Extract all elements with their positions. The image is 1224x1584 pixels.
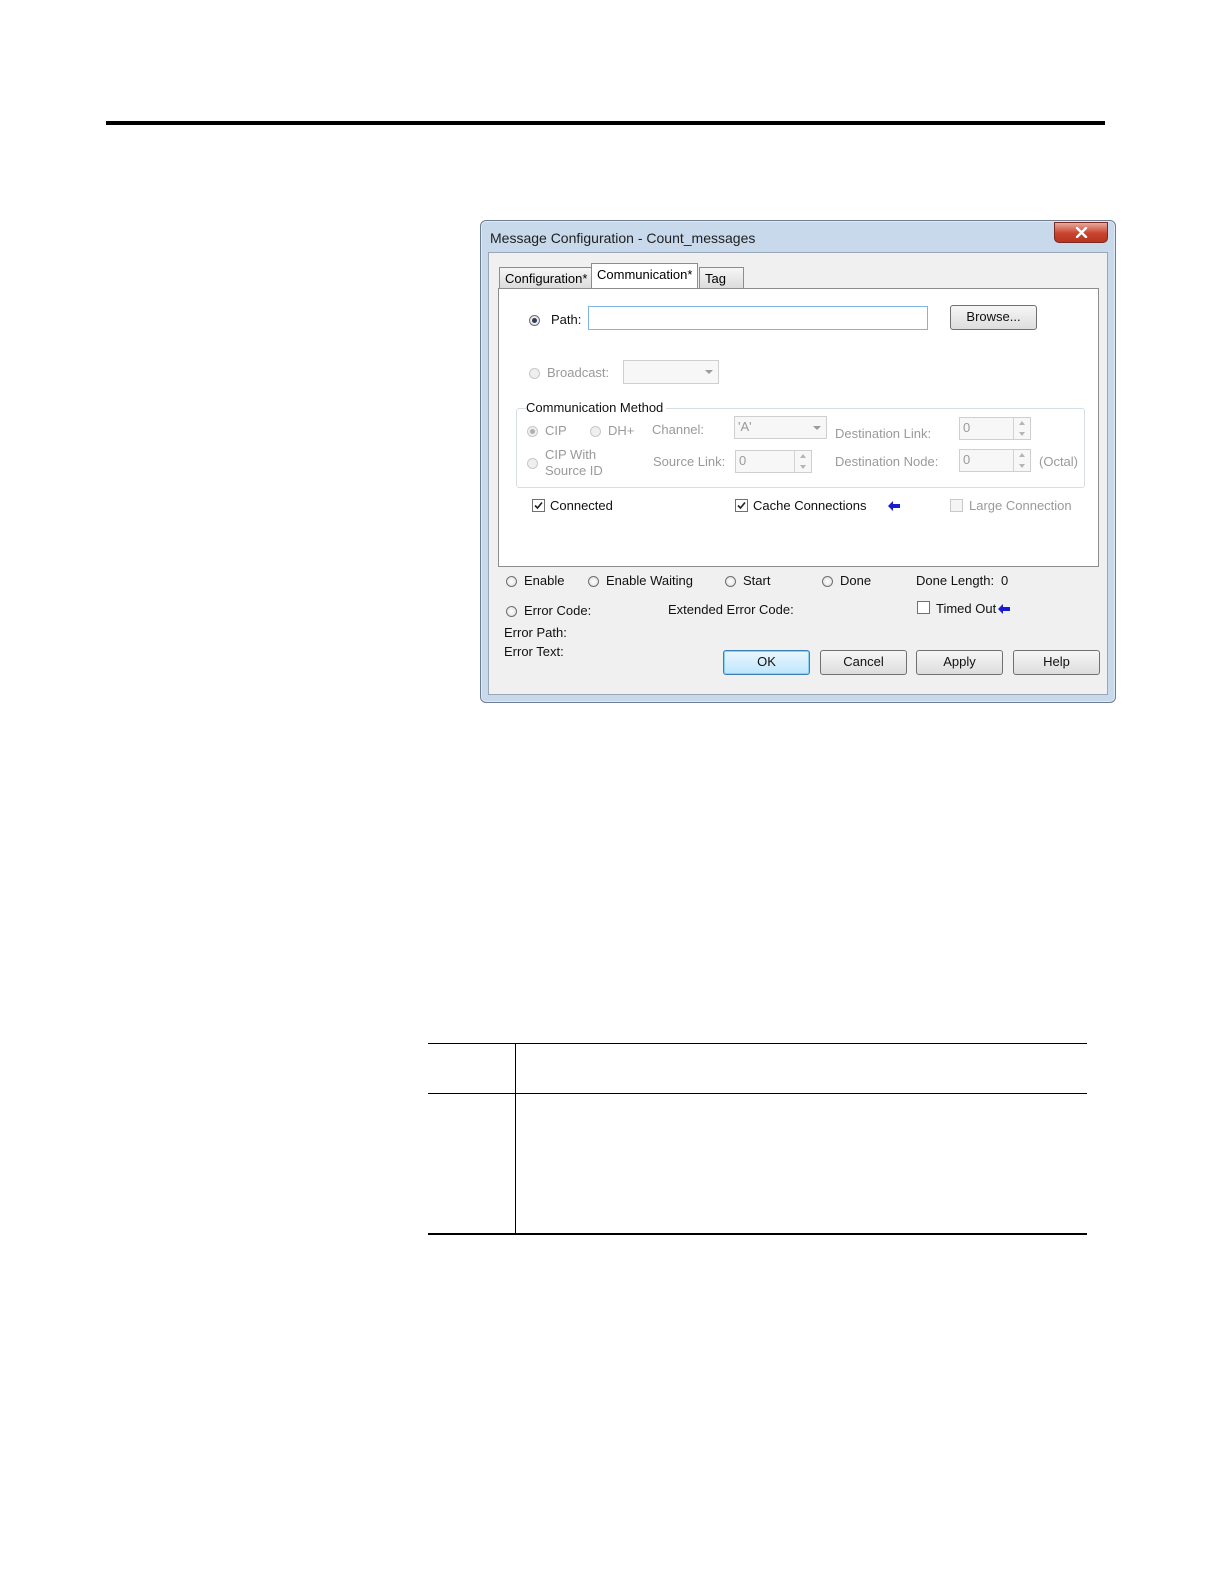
destination-link-stepper[interactable]: 0 xyxy=(959,417,1031,440)
cache-connections-checkbox[interactable] xyxy=(735,499,748,512)
chevron-down-icon xyxy=(813,426,821,430)
left-arrow-icon xyxy=(998,604,1010,614)
start-label: Start xyxy=(743,573,771,588)
communication-method-title: Communication Method xyxy=(526,400,667,415)
done-length-label: Done Length: xyxy=(916,573,995,588)
error-code-label: Error Code: xyxy=(524,603,592,618)
destination-node-label: Destination Node: xyxy=(835,454,939,469)
communication-panel: Path: Browse... Broadcast: Communication… xyxy=(498,288,1099,567)
extended-error-code-label: Extended Error Code: xyxy=(668,602,794,617)
enable-indicator xyxy=(506,576,517,587)
help-button[interactable]: Help xyxy=(1013,650,1100,675)
tab-configuration[interactable]: Configuration* xyxy=(499,267,594,288)
destination-link-value: 0 xyxy=(963,420,971,435)
apply-button[interactable]: Apply xyxy=(916,650,1003,675)
broadcast-radio[interactable] xyxy=(529,368,540,379)
spinner-icon xyxy=(1013,450,1030,471)
error-code-indicator xyxy=(506,606,517,617)
close-button[interactable] xyxy=(1054,222,1108,243)
dialog-title: Message Configuration - Count_messages xyxy=(490,230,756,246)
tab-communication[interactable]: Communication* xyxy=(591,263,699,288)
cip-radio[interactable] xyxy=(527,426,538,437)
enable-waiting-label: Enable Waiting xyxy=(606,573,693,588)
table-top-rule xyxy=(428,1043,1087,1044)
connected-checkbox[interactable] xyxy=(532,499,545,512)
path-radio[interactable] xyxy=(529,315,540,326)
timed-out-checkbox[interactable] xyxy=(917,601,930,614)
left-arrow-icon xyxy=(888,501,900,511)
done-label: Done xyxy=(840,573,872,588)
cip-label: CIP xyxy=(545,423,567,438)
cip-with-source-id-radio[interactable] xyxy=(527,458,538,469)
path-input[interactable] xyxy=(588,306,928,330)
start-indicator xyxy=(725,576,736,587)
cache-connections-label: Cache Connections xyxy=(753,498,867,513)
channel-value: 'A' xyxy=(738,419,752,434)
tab-tag[interactable]: Tag xyxy=(699,267,744,288)
error-text-label: Error Text: xyxy=(504,644,564,659)
source-link-label: Source Link: xyxy=(653,454,726,469)
enable-waiting-indicator xyxy=(588,576,599,587)
cip-with-source-id-label-2: Source ID xyxy=(545,463,603,478)
close-icon xyxy=(1075,227,1088,238)
timed-out-label: Timed Out xyxy=(936,601,997,616)
destination-node-stepper[interactable]: 0 xyxy=(959,449,1031,472)
path-label: Path: xyxy=(551,312,582,327)
spinner-icon xyxy=(1013,418,1030,439)
dialog-client-area: Configuration* Communication* Tag Path: … xyxy=(488,252,1108,695)
large-connection-label: Large Connection xyxy=(969,498,1072,513)
destination-node-value: 0 xyxy=(963,452,971,467)
chevron-down-icon xyxy=(705,370,713,374)
header-rule xyxy=(106,121,1105,125)
cancel-button[interactable]: Cancel xyxy=(820,650,907,675)
channel-dropdown[interactable]: 'A' xyxy=(734,416,827,439)
table-column-divider xyxy=(515,1043,516,1234)
source-link-value: 0 xyxy=(739,453,747,468)
done-indicator xyxy=(822,576,833,587)
broadcast-dropdown[interactable] xyxy=(623,360,719,384)
enable-label: Enable xyxy=(524,573,565,588)
dhplus-label: DH+ xyxy=(608,423,635,438)
octal-label: (Octal) xyxy=(1039,454,1078,469)
dhplus-radio[interactable] xyxy=(590,426,601,437)
spinner-icon xyxy=(794,451,811,472)
cip-with-source-id-label-1: CIP With xyxy=(545,447,597,462)
large-connection-checkbox[interactable] xyxy=(950,499,963,512)
checkmark-icon xyxy=(534,501,543,510)
broadcast-label: Broadcast: xyxy=(547,365,610,380)
checkmark-icon xyxy=(737,501,746,510)
destination-link-label: Destination Link: xyxy=(835,426,932,441)
channel-label: Channel: xyxy=(652,422,705,437)
done-length-value: 0 xyxy=(1001,573,1009,588)
table-header-rule xyxy=(428,1093,1087,1094)
table-bottom-rule xyxy=(428,1233,1087,1235)
connected-label: Connected xyxy=(550,498,613,513)
message-configuration-dialog: Message Configuration - Count_messages C… xyxy=(480,220,1116,703)
source-link-stepper[interactable]: 0 xyxy=(735,450,812,473)
ok-button[interactable]: OK xyxy=(723,650,810,675)
error-path-label: Error Path: xyxy=(504,625,567,640)
browse-button[interactable]: Browse... xyxy=(950,305,1037,330)
